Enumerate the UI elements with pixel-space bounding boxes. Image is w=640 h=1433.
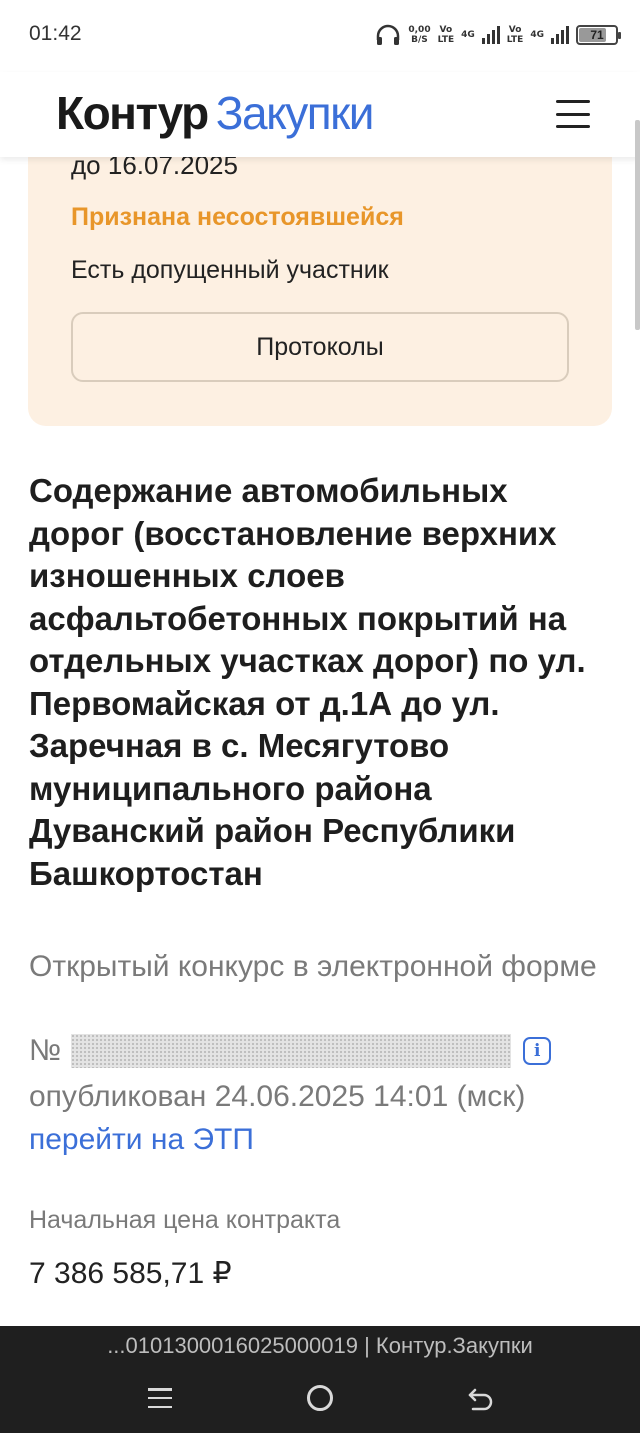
- logo-part2: Закупки: [215, 87, 375, 139]
- logo[interactable]: Контур Закупки: [56, 86, 375, 140]
- protocols-button[interactable]: Протоколы: [71, 312, 569, 382]
- status-time: 01:42: [29, 22, 82, 45]
- volte-icon: Vo LTE: [437, 25, 455, 45]
- published-date: опубликован 24.06.2025 14:01 (мск): [29, 1080, 526, 1113]
- tender-status: Признана несостоявшейся: [71, 203, 404, 231]
- back-icon[interactable]: [466, 1384, 496, 1414]
- price-value: 7 386 585,71 ₽: [29, 1257, 232, 1290]
- status-bar: 01:42 0,00 B/S Vo LTE 4G Vo LTE 4G 71: [0, 0, 640, 72]
- network-speed: 0,00 B/S: [408, 25, 431, 45]
- headphones-icon: [377, 24, 400, 45]
- signal-icon-2: [551, 26, 569, 44]
- price-label: Начальная цена контракта: [29, 1206, 341, 1234]
- hamburger-menu-icon[interactable]: [556, 100, 590, 128]
- network-type-icon-2: 4G: [530, 30, 544, 40]
- volte-icon-2: Vo LTE: [506, 25, 524, 45]
- scrollbar[interactable]: [635, 120, 640, 330]
- site-header: Контур Закупки: [0, 72, 640, 157]
- status-note: Есть допущенный участник: [71, 256, 389, 284]
- recent-apps-icon[interactable]: [148, 1388, 172, 1408]
- tender-title: Содержание автомобильных дорог (восстано…: [29, 472, 586, 892]
- status-icons: 0,00 B/S Vo LTE 4G Vo LTE 4G 71: [375, 20, 621, 50]
- logo-part1: Контур: [56, 87, 209, 139]
- home-icon[interactable]: [307, 1385, 333, 1411]
- tender-number-row: № i: [29, 1030, 552, 1072]
- network-type-icon: 4G: [461, 30, 475, 40]
- etp-link[interactable]: перейти на ЭТП: [29, 1118, 254, 1161]
- status-card: до 16.07.2025 Признана несостоявшейся Ес…: [28, 110, 612, 426]
- redacted-number: [71, 1034, 512, 1068]
- info-icon[interactable]: i: [523, 1037, 552, 1065]
- system-nav-bar: [0, 1366, 640, 1433]
- signal-icon: [481, 26, 500, 44]
- battery-icon: 71: [576, 25, 621, 45]
- procedure-type: Открытый конкурс в электронной форме: [29, 950, 597, 983]
- number-prefix: №: [29, 1034, 62, 1067]
- browser-title-bar[interactable]: ...0101300016025000019 | Контур.Закупки: [0, 1326, 640, 1366]
